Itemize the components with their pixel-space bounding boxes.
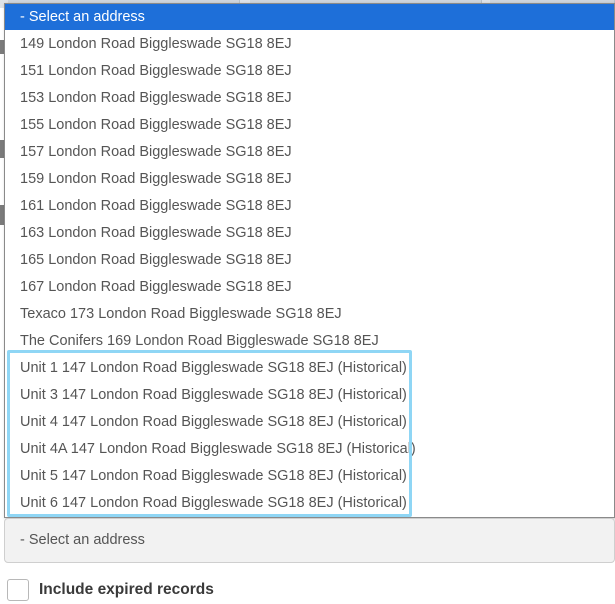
address-option[interactable]: The Conifers 169 London Road Biggleswade… xyxy=(5,328,614,355)
include-expired-checkbox[interactable] xyxy=(7,579,29,601)
address-option-historical[interactable]: Unit 1 147 London Road Biggleswade SG18 … xyxy=(5,355,614,382)
address-option[interactable]: 151 London Road Biggleswade SG18 8EJ xyxy=(5,58,614,85)
address-option[interactable]: 153 London Road Biggleswade SG18 8EJ xyxy=(5,85,614,112)
address-option[interactable]: Texaco 173 London Road Biggleswade SG18 … xyxy=(5,301,614,328)
address-option[interactable]: 155 London Road Biggleswade SG18 8EJ xyxy=(5,112,614,139)
address-option[interactable]: 163 London Road Biggleswade SG18 8EJ xyxy=(5,220,614,247)
address-option[interactable]: 157 London Road Biggleswade SG18 8EJ xyxy=(5,139,614,166)
address-option[interactable]: 159 London Road Biggleswade SG18 8EJ xyxy=(5,166,614,193)
address-dropdown-list[interactable]: - Select an address 149 London Road Bigg… xyxy=(4,3,615,518)
address-option[interactable]: 149 London Road Biggleswade SG18 8EJ xyxy=(5,31,614,58)
include-expired-label[interactable]: Include expired records xyxy=(39,581,214,599)
address-option[interactable]: 165 London Road Biggleswade SG18 8EJ xyxy=(5,247,614,274)
address-option-historical[interactable]: Unit 6 147 London Road Biggleswade SG18 … xyxy=(5,490,614,517)
address-select[interactable]: - Select an address xyxy=(4,518,615,563)
include-expired-row: Include expired records xyxy=(7,577,214,603)
address-option[interactable]: 161 London Road Biggleswade SG18 8EJ xyxy=(5,193,614,220)
address-option[interactable]: 167 London Road Biggleswade SG18 8EJ xyxy=(5,274,614,301)
address-option-historical[interactable]: Unit 4A 147 London Road Biggleswade SG18… xyxy=(5,436,614,463)
address-option-placeholder[interactable]: - Select an address xyxy=(5,4,614,30)
address-option-historical[interactable]: Unit 4 147 London Road Biggleswade SG18 … xyxy=(5,409,614,436)
address-option-historical[interactable]: Unit 5 147 London Road Biggleswade SG18 … xyxy=(5,463,614,490)
address-option-historical[interactable]: Unit 3 147 London Road Biggleswade SG18 … xyxy=(5,382,614,409)
